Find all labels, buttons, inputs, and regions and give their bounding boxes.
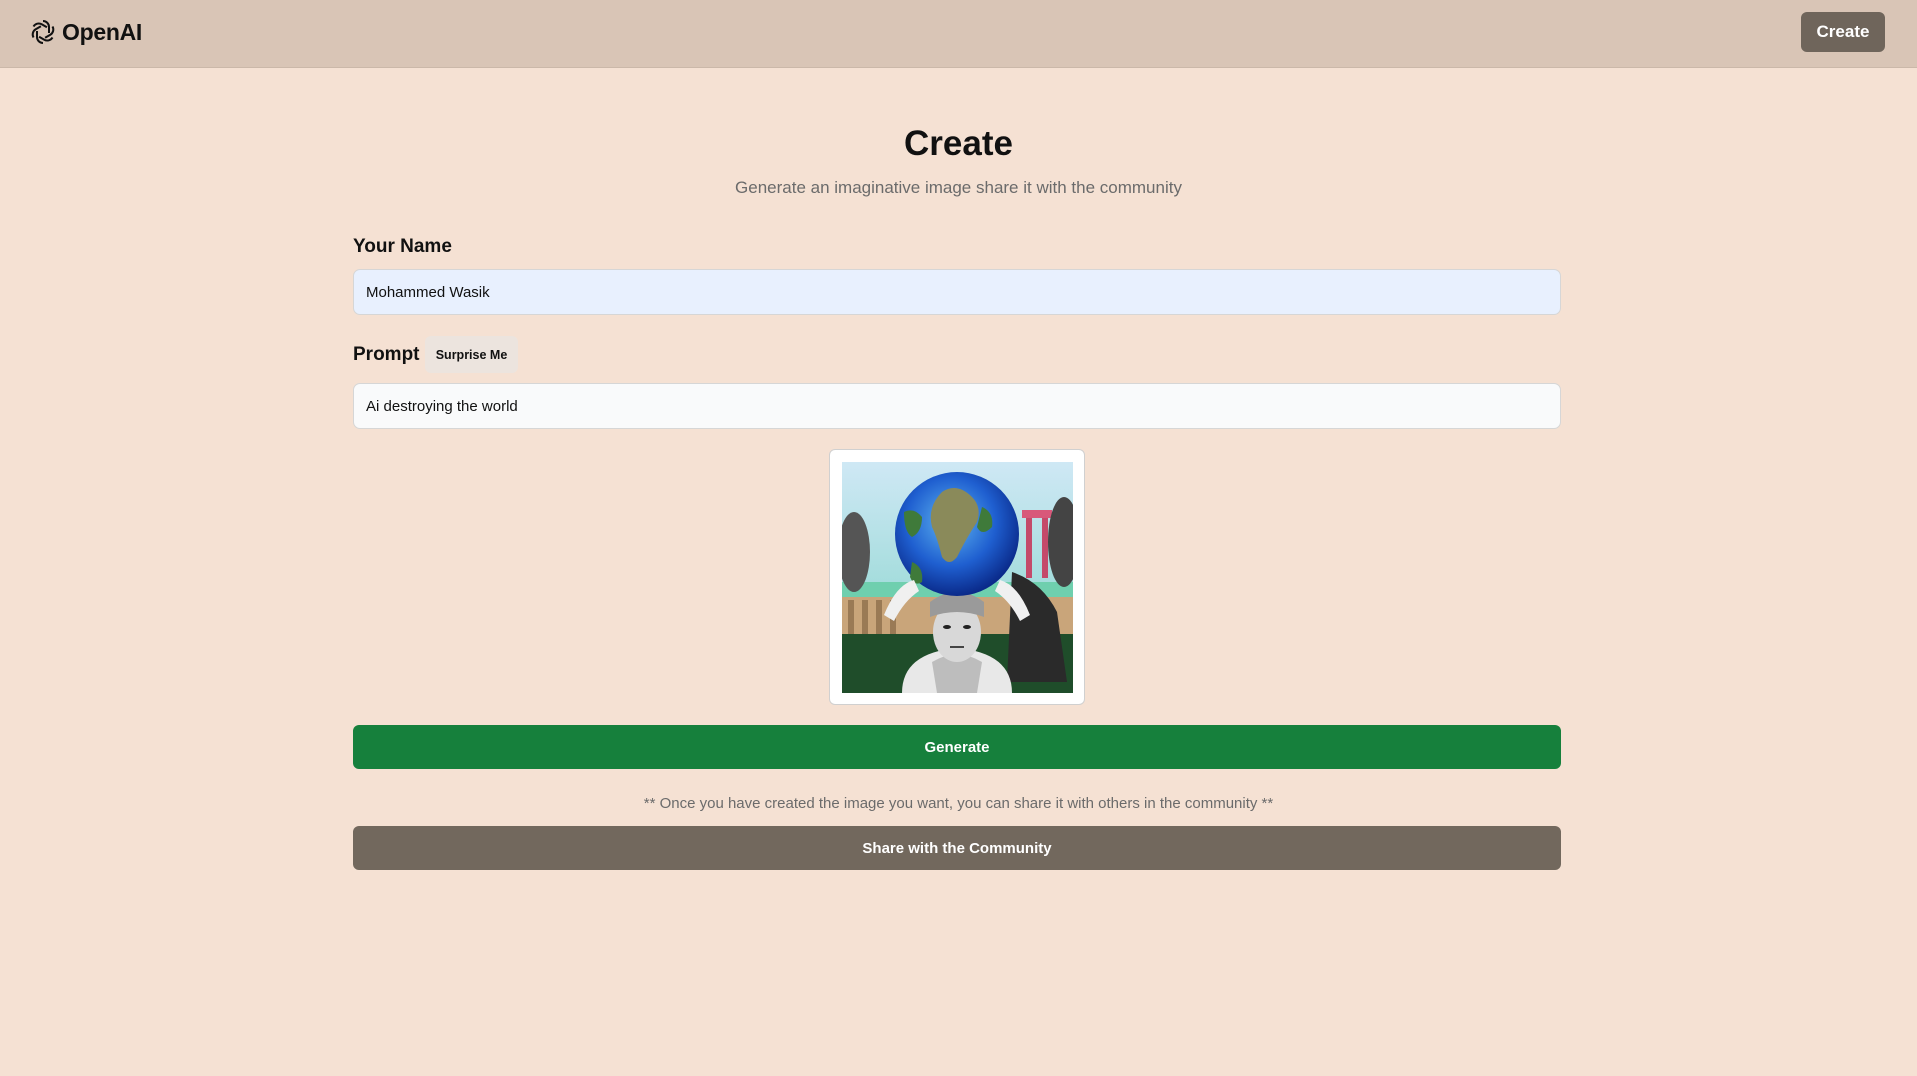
generate-button[interactable]: Generate <box>353 725 1561 769</box>
logo-text: OpenAI <box>62 18 142 45</box>
page-title: Create <box>904 124 1013 163</box>
page-subtitle: Generate an imaginative image share it w… <box>735 178 1182 197</box>
openai-logo-icon <box>31 20 55 44</box>
name-label: Your Name <box>353 236 452 257</box>
generated-image-preview <box>829 449 1085 705</box>
share-community-button[interactable]: Share with the Community <box>353 826 1561 870</box>
header-create-button[interactable]: Create <box>1801 12 1885 52</box>
prompt-input[interactable]: Ai destroying the world <box>353 383 1561 429</box>
share-note: ** Once you have created the image you w… <box>643 795 1274 812</box>
surprise-me-button[interactable]: Surprise Me <box>425 336 518 373</box>
prompt-label: Prompt <box>353 344 420 365</box>
name-input[interactable]: Mohammed Wasik <box>353 269 1561 315</box>
top-nav-bar: OpenAI Create <box>0 0 1917 68</box>
generated-image <box>842 462 1073 693</box>
openai-logo[interactable]: OpenAI <box>28 16 142 48</box>
